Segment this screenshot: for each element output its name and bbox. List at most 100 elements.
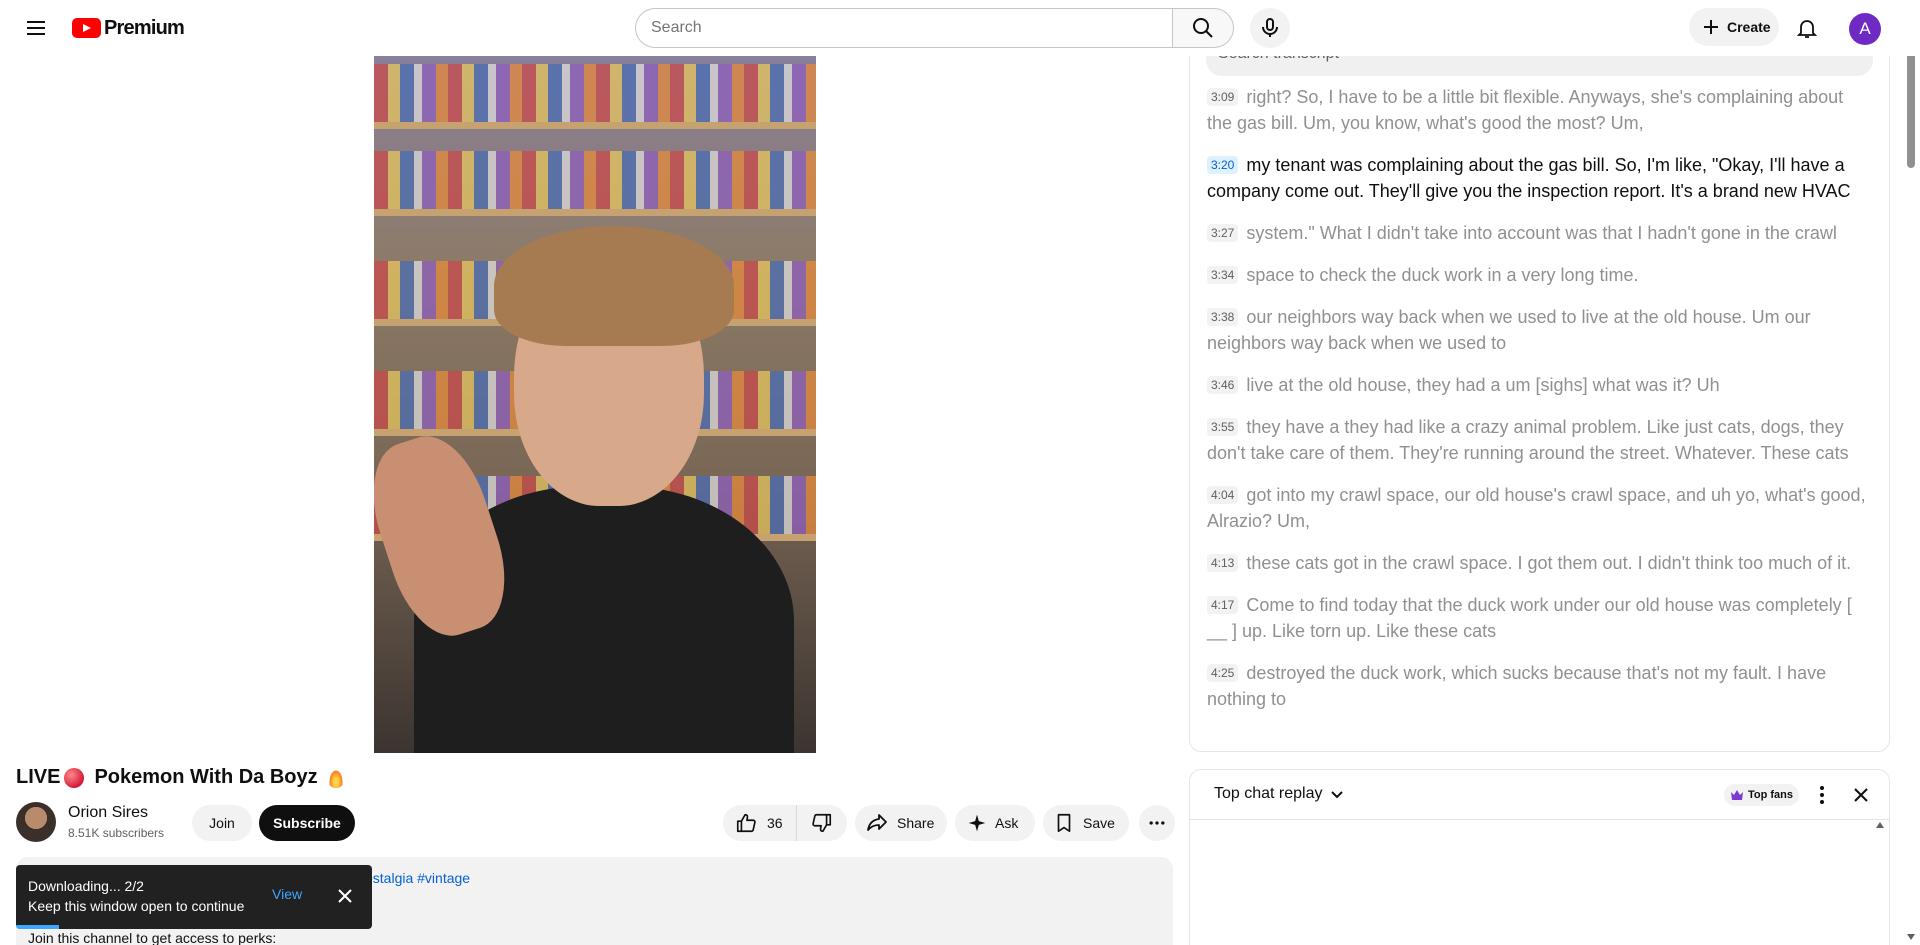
subscribe-button[interactable]: Subscribe	[259, 805, 355, 841]
mic-icon	[1262, 18, 1278, 37]
bookmark-icon	[1057, 813, 1071, 833]
description-text: Join this channel to get access to perks…	[28, 930, 277, 945]
more-icon	[1149, 821, 1165, 825]
title-text: Pokemon With Da Boyz	[94, 766, 318, 788]
crown-icon	[1731, 790, 1743, 800]
segment-timestamp[interactable]: 4:13	[1207, 554, 1239, 572]
transcript-segment[interactable]: 4:17 Come to find today that the duck wor…	[1207, 592, 1867, 644]
segment-timestamp[interactable]: 4:04	[1207, 486, 1239, 504]
bell-icon	[1796, 20, 1818, 38]
shelf	[374, 122, 816, 129]
youtube-play-icon	[72, 18, 101, 38]
menu-icon[interactable]	[20, 12, 52, 44]
save-button[interactable]: Save	[1043, 805, 1129, 841]
chat-mode-dropdown[interactable]: Top chat replay	[1214, 785, 1345, 803]
transcript-segment[interactable]: 3:34 space to check the duck work in a ve…	[1207, 262, 1867, 288]
segment-text: right? So, I have to be a little bit fle…	[1207, 87, 1844, 133]
voice-search-button[interactable]	[1250, 8, 1290, 48]
segment-text: our neighbors way back when we used to l…	[1207, 307, 1811, 353]
segment-timestamp[interactable]: 3:34	[1207, 266, 1239, 284]
segment-text: destroyed the duck work, which sucks bec…	[1207, 663, 1827, 709]
page-scrollbar[interactable]	[1906, 28, 1916, 945]
dislike-button[interactable]	[797, 805, 847, 841]
create-button[interactable]: Create	[1689, 8, 1779, 46]
sparkle-icon	[968, 814, 986, 832]
segment-text: Come to find today that the duck work un…	[1207, 595, 1852, 641]
save-label: Save	[1083, 815, 1115, 831]
top-fans-button[interactable]: Top fans	[1724, 784, 1800, 806]
transcript-segment[interactable]: 3:27 system." What I didn't take into acc…	[1207, 220, 1867, 246]
like-icon	[736, 813, 756, 833]
toast-view-button[interactable]: View	[272, 886, 302, 902]
share-button[interactable]: Share	[855, 805, 947, 841]
segment-timestamp[interactable]: 4:17	[1207, 596, 1239, 614]
search-bar	[635, 8, 1234, 48]
ask-button[interactable]: Ask	[955, 805, 1035, 841]
like-button[interactable]: 36	[723, 805, 797, 841]
chat-header: Top chat replay Top fans	[1190, 770, 1889, 820]
chat-title: Top chat replay	[1214, 785, 1323, 802]
segment-timestamp[interactable]: 3:38	[1207, 308, 1239, 326]
transcript-segment[interactable]: 4:04 got into my crawl space, our old hou…	[1207, 482, 1867, 534]
like-dislike-group: 36	[723, 805, 847, 841]
account-avatar[interactable]: A	[1849, 13, 1881, 45]
segment-timestamp[interactable]: 4:25	[1207, 664, 1239, 682]
red-circle-emoji	[64, 767, 85, 788]
top-fans-label: Top fans	[1748, 789, 1794, 801]
segment-timestamp[interactable]: 3:09	[1207, 88, 1239, 106]
search-input[interactable]	[635, 8, 1172, 48]
youtube-premium-logo[interactable]: Premium	[72, 16, 185, 40]
segment-text: live at the old house, they had a um [si…	[1246, 375, 1720, 395]
transcript-segment[interactable]: 3:20 my tenant was complaining about the …	[1207, 152, 1867, 204]
transcript-segment[interactable]: 4:13 these cats got in the crawl space. I…	[1207, 550, 1867, 576]
channel-name[interactable]: Orion Sires	[68, 804, 148, 822]
segment-timestamp[interactable]: 3:55	[1207, 418, 1239, 436]
close-icon	[1854, 788, 1868, 802]
subscriber-count: 8.51K subscribers	[68, 826, 165, 840]
shelf-items-row	[374, 151, 816, 209]
more-actions-button[interactable]	[1139, 805, 1175, 841]
transcript-segment[interactable]: 3:09 right? So, I have to be a little bit…	[1207, 84, 1867, 136]
transcript-segment[interactable]: 3:46 live at the old house, they had a um…	[1207, 372, 1867, 398]
segment-text: got into my crawl space, our old house's…	[1207, 485, 1866, 531]
shelf	[374, 209, 816, 216]
toast-message: Keep this window open to continue	[28, 898, 245, 914]
segment-timestamp[interactable]: 3:27	[1207, 224, 1239, 242]
transcript-segment[interactable]: 4:25 destroyed the duck work, which sucks…	[1207, 660, 1867, 712]
person-hair	[494, 226, 734, 346]
transcript-segment[interactable]: 3:38 our neighbors way back when we used …	[1207, 304, 1867, 356]
dislike-icon	[812, 813, 832, 833]
segment-text: these cats got in the crawl space. I got…	[1246, 553, 1852, 573]
segment-timestamp[interactable]: 3:20	[1207, 156, 1239, 174]
search-button[interactable]	[1172, 8, 1234, 48]
segment-text: space to check the duck work in a very l…	[1246, 265, 1639, 285]
chat-more-button[interactable]	[1810, 782, 1834, 808]
logo-text: Premium	[104, 16, 185, 39]
share-icon	[867, 814, 887, 831]
chat-close-button[interactable]	[1848, 782, 1874, 808]
segment-timestamp[interactable]: 3:46	[1207, 376, 1239, 394]
segment-text: they have a they had like a crazy animal…	[1207, 417, 1849, 463]
video-player[interactable]	[374, 56, 816, 753]
video-title: LIVE Pokemon With Da Boyz	[16, 766, 344, 789]
like-count: 36	[767, 815, 783, 831]
transcript-segment[interactable]: 3:55 they have a they had like a crazy an…	[1207, 414, 1867, 466]
notifications-button[interactable]	[1787, 8, 1827, 48]
scrollbar-thumb[interactable]	[1907, 40, 1915, 168]
chat-scroll-up-arrow[interactable]	[1876, 822, 1884, 828]
channel-avatar[interactable]	[16, 802, 56, 842]
segment-text: system." What I didn't take into account…	[1246, 223, 1837, 243]
fire-emoji	[327, 767, 344, 788]
scroll-down-arrow[interactable]	[1907, 934, 1915, 940]
join-button[interactable]: Join	[192, 805, 252, 841]
ask-label: Ask	[995, 815, 1019, 831]
create-label: Create	[1727, 19, 1771, 35]
more-vertical-icon	[1820, 786, 1824, 804]
share-label: Share	[897, 815, 935, 831]
search-icon	[1193, 18, 1213, 38]
transcript-panel: Search transcript 3:09right? So, I have …	[1189, 44, 1890, 752]
toast-progress-bar	[16, 925, 59, 929]
toast-close-button[interactable]	[332, 883, 358, 909]
chat-panel: Top chat replay Top fans	[1189, 769, 1890, 945]
description-hashtags[interactable]: ostalgia #vintage	[365, 870, 470, 886]
